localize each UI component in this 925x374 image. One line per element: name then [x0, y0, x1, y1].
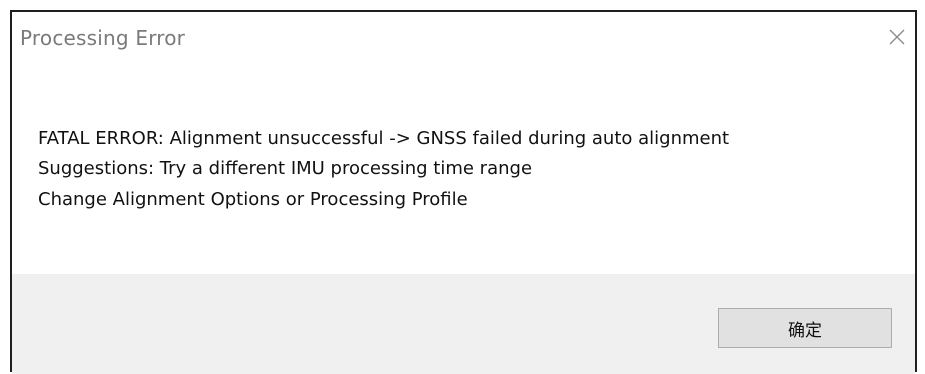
suggestion-line: Change Alignment Options or Processing P…	[38, 189, 468, 210]
error-message-line: FATAL ERROR: Alignment unsuccessful -> G…	[38, 128, 730, 149]
ok-button[interactable]: 确定	[718, 308, 892, 348]
button-bar: 确定	[12, 274, 915, 374]
message-area: FATAL ERROR: Alignment unsuccessful -> G…	[12, 64, 915, 274]
close-button[interactable]	[881, 22, 913, 52]
error-dialog: Processing Error FATAL ERROR: Alignment …	[10, 10, 917, 374]
dialog-title: Processing Error	[20, 26, 186, 50]
title-bar: Processing Error	[12, 12, 915, 64]
close-icon	[889, 29, 905, 45]
suggestion-line: Suggestions: Try a different IMU process…	[38, 158, 533, 179]
